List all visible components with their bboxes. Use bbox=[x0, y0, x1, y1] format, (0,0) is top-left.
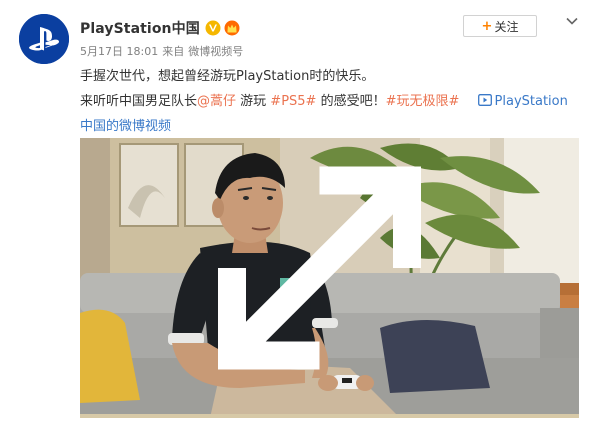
source-prefix: 来自 bbox=[162, 45, 185, 58]
text-segment: 来听听中国男足队长 bbox=[80, 94, 198, 109]
playstation-logo-icon bbox=[19, 14, 69, 64]
author-row: PlayStation中国 bbox=[80, 18, 240, 38]
video-player[interactable] bbox=[80, 138, 579, 418]
text-segment: 的感受吧！ bbox=[316, 94, 386, 109]
post-date[interactable]: 5月17日 18:01 bbox=[80, 43, 158, 59]
text-segment: 游玩 bbox=[236, 94, 271, 109]
expand-icon[interactable] bbox=[80, 138, 569, 408]
post-text-line-2: 来听听中国男足队长@蒿仔 游玩 #PS5# 的感受吧！#玩无极限# PlaySt… bbox=[80, 89, 580, 114]
crown-icon[interactable] bbox=[224, 20, 240, 36]
follow-label: 关注 bbox=[494, 19, 519, 34]
video-source-label: PlayStation bbox=[494, 94, 568, 109]
post-meta: 5月17日 18:01 来自 微博视频号 bbox=[80, 43, 243, 59]
author-name[interactable]: PlayStation中国 bbox=[80, 18, 200, 38]
video-icon bbox=[477, 94, 492, 106]
mention-link[interactable]: @蒿仔 bbox=[197, 94, 236, 109]
follow-button[interactable]: + 关注 bbox=[463, 15, 537, 37]
hashtag-link[interactable]: #玩无极限# bbox=[386, 94, 460, 109]
plus-icon: + bbox=[481, 18, 493, 34]
weibo-post-card: PlayStation中国 5月17日 18:01 来自 微博视频号 + 关注 … bbox=[0, 0, 603, 425]
video-source-link-cont[interactable]: 中国的微博视频 bbox=[80, 119, 171, 134]
source-link[interactable]: 微博视频号 bbox=[188, 43, 243, 59]
video-source-link[interactable]: PlayStation bbox=[477, 94, 568, 109]
post-text-line-3: 中国的微博视频 bbox=[80, 114, 580, 139]
chevron-down-icon[interactable] bbox=[564, 13, 580, 29]
avatar[interactable] bbox=[19, 14, 69, 64]
post-text-line-1: 手握次世代，想起曾经游玩PlayStation时的快乐。 bbox=[80, 69, 375, 84]
verified-v-icon bbox=[205, 20, 221, 36]
post-text: 手握次世代，想起曾经游玩PlayStation时的快乐。 来听听中国男足队长@蒿… bbox=[80, 64, 580, 139]
hashtag-link[interactable]: #PS5# bbox=[270, 94, 316, 109]
